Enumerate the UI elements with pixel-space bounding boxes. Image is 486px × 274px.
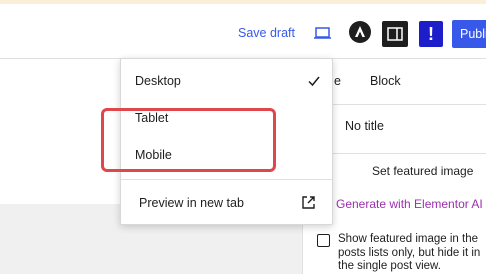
sidebar-panel-icon[interactable]	[382, 21, 408, 47]
desktop-preview-icon[interactable]	[312, 24, 334, 42]
astra-icon[interactable]	[348, 20, 372, 44]
save-draft-button[interactable]: Save draft	[238, 26, 295, 40]
publish-button[interactable]: Publish	[452, 20, 486, 48]
menu-item-preview-new-tab[interactable]: Preview in new tab	[139, 196, 244, 210]
post-title-label: No title	[345, 119, 384, 133]
featured-image-checkbox-label: Show featured image in the posts lists o…	[338, 233, 481, 272]
menu-item-desktop[interactable]: Desktop	[135, 74, 181, 88]
external-link-icon[interactable]	[301, 195, 316, 210]
editor-toolbar: Save draft ! Publish	[0, 4, 486, 59]
highlight-annotation-box	[101, 108, 276, 172]
menu-divider	[121, 179, 332, 180]
set-featured-image-button[interactable]: Set featured image	[372, 164, 473, 178]
generate-elementor-ai-link[interactable]: Generate with Elementor AI	[336, 197, 483, 211]
check-icon	[307, 74, 321, 88]
featured-image-checkbox[interactable]	[317, 234, 330, 247]
tab-post[interactable]: e	[334, 74, 341, 88]
alert-button[interactable]: !	[419, 21, 443, 47]
tab-block[interactable]: Block	[370, 74, 401, 88]
